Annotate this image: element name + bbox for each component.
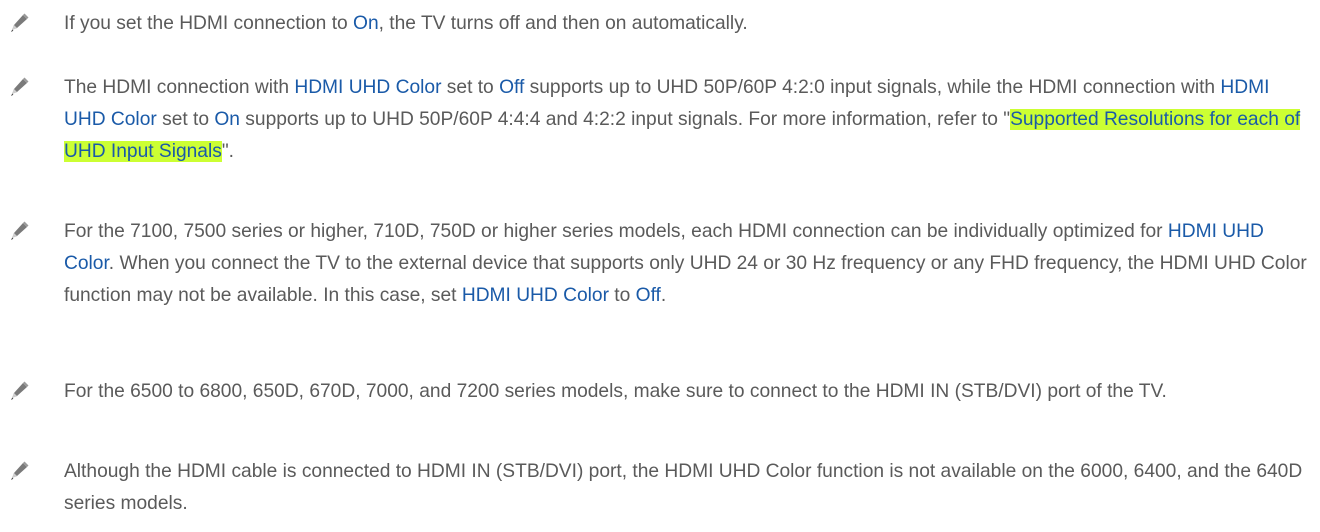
- note-text-segment: supports up to UHD 50P/60P 4:2:0 input s…: [524, 77, 1221, 98]
- note-text: Although the HDMI cable is connected to …: [64, 456, 1312, 520]
- note-text-segment: ".: [221, 141, 234, 162]
- note-text-segment: For the 7100, 7500 series or higher, 710…: [64, 221, 1168, 242]
- note-text: If you set the HDMI connection to On, th…: [64, 8, 1312, 40]
- note-text: The HDMI connection with HDMI UHD Color …: [64, 72, 1312, 168]
- pencil-icon: [8, 12, 30, 34]
- keyword-on: On: [353, 13, 379, 34]
- keyword-off: Off: [499, 77, 525, 98]
- note-text-segment: set to: [156, 109, 215, 130]
- note-text-segment: set to: [441, 77, 500, 98]
- note-text-segment: , the TV turns off and then on automatic…: [378, 13, 748, 34]
- note-text-segment: supports up to UHD 50P/60P 4:4:4 and 4:2…: [239, 109, 1011, 130]
- note-text-segment: The HDMI connection with: [64, 77, 295, 98]
- note-text: For the 6500 to 6800, 650D, 670D, 7000, …: [64, 376, 1312, 408]
- pencil-icon: [8, 460, 30, 482]
- pencil-icon: [8, 380, 30, 402]
- note-text-segment: .: [660, 285, 667, 306]
- note-text-segment: . When you connect the TV to the externa…: [64, 253, 1307, 306]
- keyword-off: Off: [635, 285, 661, 306]
- pencil-icon: [8, 220, 30, 242]
- note-text-segment: If you set the HDMI connection to: [64, 13, 354, 34]
- note-text-segment: For the 6500 to 6800, 650D, 670D, 7000, …: [64, 381, 1167, 402]
- note-text: For the 7100, 7500 series or higher, 710…: [64, 216, 1312, 312]
- keyword-hdmi-uhd-color: HDMI UHD Color: [461, 285, 609, 306]
- note-text-segment: Although the HDMI cable is connected to …: [64, 461, 1303, 514]
- keyword-hdmi-uhd-color: HDMI UHD Color: [294, 77, 442, 98]
- note-text-segment: to: [608, 285, 636, 306]
- keyword-on: On: [214, 109, 240, 130]
- pencil-icon: [8, 76, 30, 98]
